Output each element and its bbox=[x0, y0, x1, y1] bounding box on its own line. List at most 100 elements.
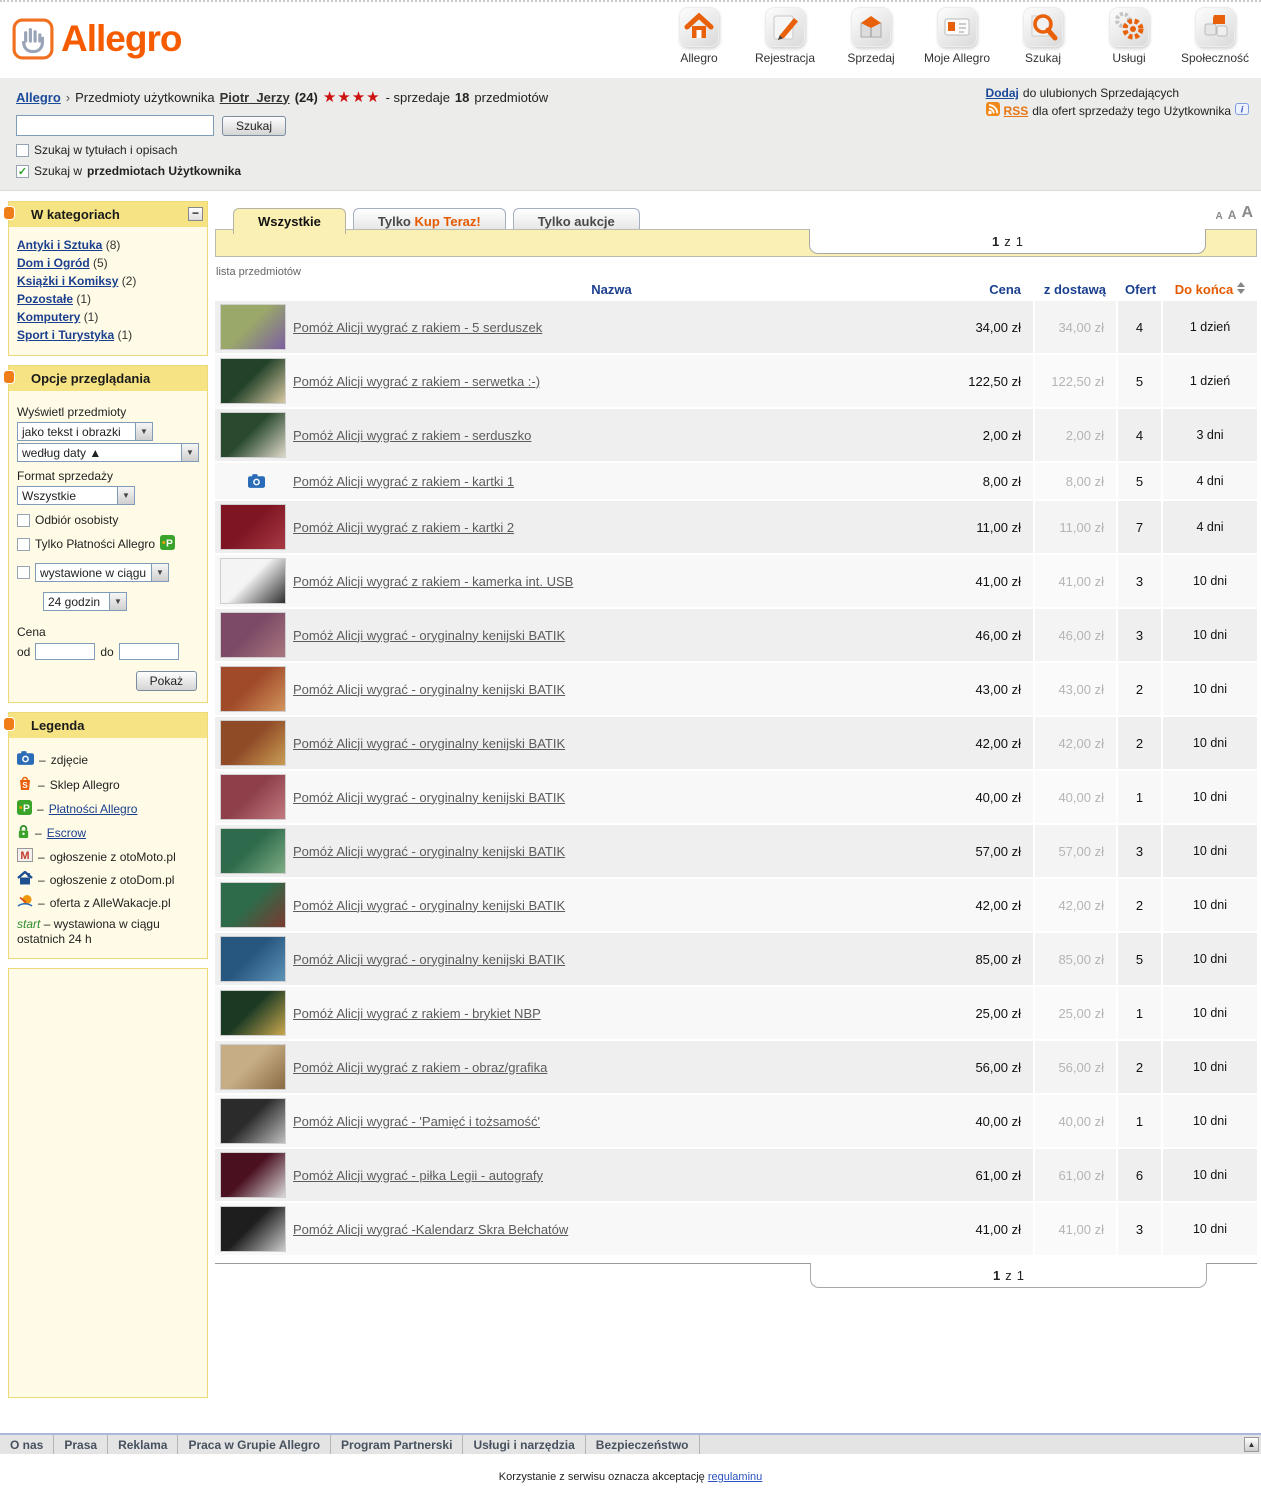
collapse-button[interactable]: − bbox=[188, 207, 203, 221]
item-thumbnail[interactable] bbox=[215, 1203, 293, 1255]
item-thumbnail[interactable] bbox=[215, 501, 293, 553]
item-offers-count[interactable]: 2 bbox=[1118, 717, 1163, 769]
user-rating-count[interactable]: (24) bbox=[295, 90, 318, 105]
legend-link[interactable]: Escrow bbox=[47, 826, 86, 840]
column-header-with-delivery[interactable]: z dostawą bbox=[1033, 282, 1118, 297]
font-size-large-button[interactable]: A bbox=[1241, 204, 1253, 222]
listed-within-checkbox[interactable] bbox=[17, 566, 30, 579]
sale-format-select[interactable]: Wszystkie▼ bbox=[17, 486, 135, 505]
item-offers-count[interactable]: 4 bbox=[1118, 301, 1163, 353]
footer-link[interactable]: Prasa bbox=[54, 1435, 108, 1454]
footer-link[interactable]: Praca w Grupie Allegro bbox=[178, 1435, 331, 1454]
item-thumbnail[interactable] bbox=[215, 663, 293, 715]
column-header-offers[interactable]: Ofert bbox=[1118, 282, 1163, 297]
item-offers-count[interactable]: 5 bbox=[1118, 933, 1163, 985]
allegro-logo[interactable]: Allegro bbox=[12, 18, 181, 60]
item-offers-count[interactable]: 1 bbox=[1118, 1095, 1163, 1147]
footer-link[interactable]: Reklama bbox=[108, 1435, 178, 1454]
payments-only-option[interactable]: Tylko Płatności Allegro P bbox=[17, 535, 199, 553]
font-size-medium-button[interactable]: A bbox=[1228, 208, 1237, 222]
item-title-link[interactable]: Pomóż Alicji wygrać - oryginalny kenijsk… bbox=[293, 898, 565, 913]
item-offers-count[interactable]: 1 bbox=[1118, 771, 1163, 823]
add-favorite-seller-link[interactable]: Dodaj bbox=[986, 85, 1019, 102]
item-offers-count[interactable]: 2 bbox=[1118, 663, 1163, 715]
item-title-link[interactable]: Pomóż Alicji wygrać - oryginalny kenijsk… bbox=[293, 952, 565, 967]
nav-item-uslugi[interactable]: Usługi bbox=[1089, 7, 1169, 65]
item-title-link[interactable]: Pomóż Alicji wygrać z rakiem - kamerka i… bbox=[293, 574, 573, 589]
sort-select[interactable]: według daty ▲▼ bbox=[17, 443, 199, 462]
terms-link[interactable]: regulaminu bbox=[708, 1471, 762, 1483]
nav-item-rejestracja[interactable]: Rejestracja bbox=[745, 7, 825, 65]
font-size-small-button[interactable]: A bbox=[1216, 211, 1223, 222]
item-title-link[interactable]: Pomóż Alicji wygrać - oryginalny kenijsk… bbox=[293, 736, 565, 751]
scroll-to-top-button[interactable]: ▲ bbox=[1244, 1437, 1259, 1452]
search-titles-checkbox[interactable] bbox=[16, 144, 29, 157]
item-offers-count[interactable]: 2 bbox=[1118, 879, 1163, 931]
nav-item-sprzedaj[interactable]: Sprzedaj bbox=[831, 7, 911, 65]
tab-wszystkie[interactable]: Wszystkie bbox=[233, 208, 346, 234]
column-header-price[interactable]: Cena bbox=[930, 282, 1033, 297]
item-title-link[interactable]: Pomóż Alicji wygrać - oryginalny kenijsk… bbox=[293, 628, 565, 643]
item-thumbnail[interactable] bbox=[215, 555, 293, 607]
item-title-link[interactable]: Pomóż Alicji wygrać z rakiem - serwetka … bbox=[293, 374, 540, 389]
item-thumbnail[interactable] bbox=[215, 987, 293, 1039]
search-in-user-items-option[interactable]: ✓ Szukaj w przedmiotach Użytkownika bbox=[16, 164, 1247, 178]
payments-only-checkbox[interactable] bbox=[17, 538, 30, 551]
pickup-option[interactable]: Odbiór osobisty bbox=[17, 513, 199, 527]
item-title-link[interactable]: Pomóż Alicji wygrać z rakiem - brykiet N… bbox=[293, 1006, 541, 1021]
nav-item-szukaj[interactable]: Szukaj bbox=[1003, 7, 1083, 65]
item-thumbnail[interactable] bbox=[215, 717, 293, 769]
item-thumbnail[interactable] bbox=[215, 409, 293, 461]
item-title-link[interactable]: Pomóż Alicji wygrać z rakiem - serduszko bbox=[293, 428, 531, 443]
item-thumbnail[interactable] bbox=[215, 933, 293, 985]
footer-link[interactable]: O nas bbox=[0, 1435, 54, 1454]
category-link[interactable]: Komputery bbox=[17, 310, 80, 324]
item-offers-count[interactable]: 7 bbox=[1118, 501, 1163, 553]
item-offers-count[interactable]: 3 bbox=[1118, 1203, 1163, 1255]
item-offers-count[interactable]: 1 bbox=[1118, 987, 1163, 1039]
column-header-name[interactable]: Nazwa bbox=[293, 282, 930, 297]
item-thumbnail[interactable] bbox=[215, 879, 293, 931]
footer-link[interactable]: Usługi i narzędzia bbox=[463, 1435, 585, 1454]
pickup-checkbox[interactable] bbox=[17, 514, 30, 527]
view-mode-select[interactable]: jako tekst i obrazki▼ bbox=[17, 422, 153, 441]
nav-item-moje-allegro[interactable]: Moje Allegro bbox=[917, 7, 997, 65]
search-user-items-checkbox[interactable]: ✓ bbox=[16, 165, 29, 178]
item-title-link[interactable]: Pomóż Alicji wygrać - oryginalny kenijsk… bbox=[293, 790, 565, 805]
nav-item-allegro[interactable]: Allegro bbox=[659, 7, 739, 65]
item-thumbnail[interactable] bbox=[215, 1095, 293, 1147]
item-offers-count[interactable]: 6 bbox=[1118, 1149, 1163, 1201]
item-title-link[interactable]: Pomóż Alicji wygrać - piłka Legii - auto… bbox=[293, 1168, 543, 1183]
item-thumbnail[interactable] bbox=[215, 609, 293, 661]
item-title-link[interactable]: Pomóż Alicji wygrać -Kalendarz Skra Bełc… bbox=[293, 1222, 568, 1237]
nav-item-spolecznosc[interactable]: Społeczność bbox=[1175, 7, 1255, 65]
category-link[interactable]: Sport i Turystyka bbox=[17, 328, 114, 342]
category-link[interactable]: Antyki i Sztuka bbox=[17, 238, 102, 252]
item-thumbnail[interactable] bbox=[215, 301, 293, 353]
price-to-input[interactable] bbox=[119, 643, 179, 660]
item-offers-count[interactable]: 5 bbox=[1118, 355, 1163, 407]
item-title-link[interactable]: Pomóż Alicji wygrać z rakiem - kartki 2 bbox=[293, 520, 514, 535]
listed-within-select[interactable]: wystawione w ciągu▼ bbox=[35, 563, 169, 582]
item-title-link[interactable]: Pomóż Alicji wygrać - oryginalny kenijsk… bbox=[293, 682, 565, 697]
item-thumbnail[interactable] bbox=[215, 825, 293, 877]
item-offers-count[interactable]: 3 bbox=[1118, 609, 1163, 661]
item-title-link[interactable]: Pomóż Alicji wygrać z rakiem - 5 serdusz… bbox=[293, 320, 542, 335]
show-button[interactable]: Pokaż bbox=[136, 671, 197, 691]
item-title-link[interactable]: Pomóż Alicji wygrać - 'Pamięć i tożsamoś… bbox=[293, 1114, 540, 1129]
item-thumbnail[interactable] bbox=[215, 771, 293, 823]
column-header-ends[interactable]: Do końca bbox=[1163, 282, 1257, 297]
info-icon[interactable]: i bbox=[1235, 103, 1249, 121]
item-offers-count[interactable]: 3 bbox=[1118, 825, 1163, 877]
search-button[interactable]: Szukaj bbox=[222, 116, 286, 136]
breadcrumb-allegro-link[interactable]: Allegro bbox=[16, 90, 61, 105]
user-link[interactable]: Piotr_Jerzy bbox=[220, 90, 290, 105]
price-from-input[interactable] bbox=[35, 643, 95, 660]
item-thumbnail[interactable] bbox=[215, 355, 293, 407]
item-thumbnail[interactable] bbox=[215, 1041, 293, 1093]
item-offers-count[interactable]: 2 bbox=[1118, 1041, 1163, 1093]
item-offers-count[interactable]: 5 bbox=[1118, 463, 1163, 499]
category-link[interactable]: Pozostałe bbox=[17, 292, 73, 306]
item-title-link[interactable]: Pomóż Alicji wygrać z rakiem - obraz/gra… bbox=[293, 1060, 547, 1075]
item-title-link[interactable]: Pomóż Alicji wygrać z rakiem - kartki 1 bbox=[293, 474, 514, 489]
